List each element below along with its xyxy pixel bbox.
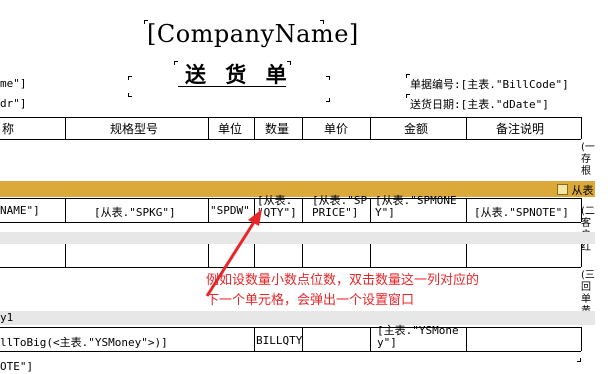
col-divider	[302, 198, 303, 222]
footer-band[interactable]	[0, 311, 595, 325]
detail-name-cell[interactable]: NAME"]	[0, 204, 40, 217]
band-label-text: 从表	[571, 184, 594, 197]
footer-band-label: y1	[0, 311, 14, 324]
detail-qty-cell[interactable]: [从表. "QTY"]	[257, 195, 297, 219]
col-header-name[interactable]: 称	[2, 120, 14, 137]
col-divider	[254, 117, 255, 139]
bill-date-field[interactable]: 送货日期:[主表."dDate"]	[410, 96, 549, 112]
detail-money-cell[interactable]: [从表."SPMONE Y"]	[375, 195, 457, 219]
col-divider	[65, 198, 66, 222]
side-label-customer: (二 客 户 红	[581, 206, 595, 253]
col-divider	[65, 244, 66, 267]
handle	[174, 61, 178, 65]
handle	[577, 358, 581, 362]
col-header-qty[interactable]: 数量	[265, 120, 289, 137]
detail-bottom-border	[0, 222, 581, 223]
footer-bottom-border	[0, 351, 581, 352]
table-icon	[557, 184, 568, 195]
handle	[326, 98, 330, 102]
col-divider	[208, 198, 209, 222]
handle	[128, 93, 132, 97]
detail-note-cell[interactable]: [从表."SPNOTE"]	[474, 204, 569, 220]
summary-band[interactable]	[0, 232, 595, 244]
col-divider	[370, 244, 371, 267]
col-header-amount[interactable]: 金额	[404, 120, 428, 137]
col-header-unit[interactable]: 单位	[218, 120, 242, 137]
handle	[144, 20, 148, 24]
col-divider	[466, 327, 467, 351]
col-divider	[254, 327, 255, 351]
footer-top-border	[0, 327, 581, 328]
annotation-text: 例如设数量小数点位数，双击数量这一列对应的 下一个单元格，会弹出一个设置窗口	[206, 273, 480, 308]
footer-ysmoney-cell[interactable]: [主表."YSMone y"]	[377, 325, 459, 349]
footer-billqty-cell[interactable]: BILLQTY	[256, 334, 302, 347]
col-divider	[370, 117, 371, 139]
detail-spdw-cell[interactable]: "SPDW"	[210, 204, 250, 217]
bill-code-field[interactable]: 单据编号:[主表."BillCode"]	[410, 76, 569, 92]
col-header-price[interactable]: 单价	[324, 120, 348, 137]
col-divider	[581, 327, 582, 351]
col-header-note[interactable]: 备注说明	[496, 120, 544, 137]
col-header-spec[interactable]: 规格型号	[110, 120, 158, 137]
handle	[326, 76, 330, 80]
col-divider	[370, 198, 371, 222]
detail-price-cell[interactable]: [从表."SP PRICE"]	[312, 195, 367, 219]
handle	[406, 74, 410, 78]
col-divider	[302, 117, 303, 139]
col-divider	[466, 117, 467, 139]
col-divider	[370, 327, 371, 351]
footer-note-cell[interactable]: OTE"]	[0, 360, 33, 373]
col-divider	[466, 244, 467, 267]
col-divider	[65, 117, 66, 139]
col-divider	[466, 198, 467, 222]
detail-band-label[interactable]: 从表	[557, 182, 594, 198]
col-divider	[254, 244, 255, 267]
col-divider	[581, 117, 582, 139]
report-title[interactable]: 送 货 单	[185, 59, 293, 89]
col-divider	[254, 198, 255, 222]
handle	[320, 20, 324, 24]
detail-spkg-cell[interactable]: [从表."SPKG"]	[94, 204, 176, 220]
header-bottom-border	[0, 139, 581, 140]
company-name[interactable]: [CompanyName]	[147, 20, 359, 48]
title-underline	[178, 86, 286, 87]
col-divider	[581, 244, 582, 267]
header-top-border	[0, 117, 581, 118]
col-divider	[208, 117, 209, 139]
detail-band-header[interactable]	[0, 181, 595, 197]
handle	[128, 76, 132, 80]
col-divider	[208, 244, 209, 267]
footer-bigmoney-cell[interactable]: llToBig(<主表."YSMoney">)]	[0, 334, 168, 350]
col-divider	[581, 198, 582, 222]
handle	[287, 61, 291, 65]
col-divider	[302, 244, 303, 267]
left-field-1[interactable]: me"]	[0, 77, 27, 90]
left-field-2[interactable]: dr"]	[0, 97, 27, 110]
side-label-stub: (一 存 根	[581, 142, 595, 177]
summary-row-baseline	[0, 267, 581, 268]
handle	[406, 94, 410, 98]
